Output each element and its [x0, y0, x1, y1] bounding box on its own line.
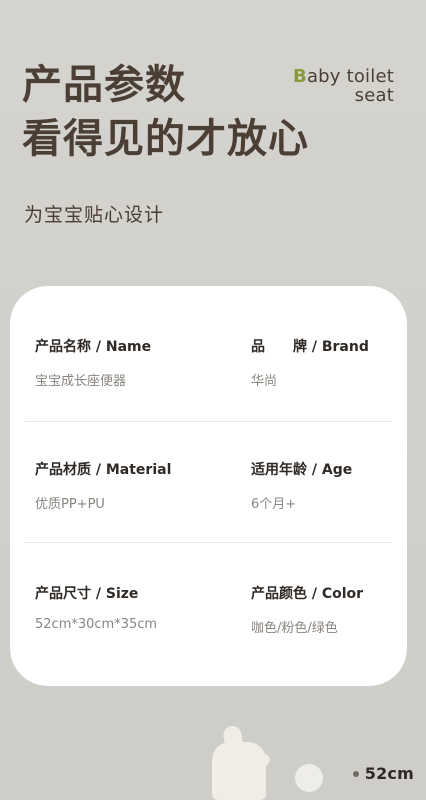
spec-label: 适用年龄 / Age — [251, 462, 353, 478]
brand-mark: Baby toilet seat — [293, 66, 394, 106]
dimension-indicator: 52cm — [352, 764, 414, 783]
page-title-line-1: 产品参数 — [22, 62, 186, 108]
spec-value: 咖色/粉色/绿色 — [251, 621, 338, 636]
spec-label: 产品颜色 / Color — [251, 586, 364, 602]
spec-label: 产品名称 / Name — [35, 339, 152, 355]
dimension-label: 52cm — [364, 764, 414, 783]
header: 产品参数 看得见的才放心 为宝宝贴心设计 Baby toilet seat — [0, 0, 426, 260]
spec-material: 产品材质 / Material 优质PP+PU — [35, 459, 205, 512]
spec-value: 52cm*30cm*35cm — [35, 617, 158, 632]
page-title-line-2: 看得见的才放心 — [22, 116, 309, 162]
page-subtitle: 为宝宝贴心设计 — [24, 204, 165, 226]
spec-brand: 品 牌 / Brand 华尚 — [251, 336, 407, 389]
spec-value: 华尚 — [251, 374, 278, 389]
divider — [25, 542, 392, 543]
spec-name: 产品名称 / Name 宝宝成长座便器 — [35, 336, 205, 389]
spec-label: 产品材质 / Material — [35, 462, 172, 478]
spec-age: 适用年龄 / Age 6个月+ — [251, 459, 407, 512]
brand-mark-accent-letter: B — [293, 66, 307, 87]
spec-card: 产品名称 / Name 宝宝成长座便器 品 牌 / Brand 华尚 产品材质 … — [10, 286, 407, 686]
spec-label: 产品尺寸 / Size — [35, 586, 139, 602]
dot-icon — [352, 770, 359, 777]
spec-value: 6个月+ — [251, 497, 297, 512]
spec-color: 产品颜色 / Color 咖色/粉色/绿色 — [251, 583, 407, 636]
decor-knob-icon — [295, 764, 323, 792]
divider — [25, 421, 392, 422]
spec-value: 优质PP+PU — [35, 497, 105, 512]
spec-value: 宝宝成长座便器 — [35, 374, 127, 389]
decor-shape-icon — [212, 742, 266, 800]
spec-size: 产品尺寸 / Size 52cm*30cm*35cm — [35, 583, 205, 632]
brand-mark-line-2: seat — [354, 84, 394, 106]
brand-mark-line-1-rest: aby toilet — [306, 66, 394, 87]
spec-label: 品 牌 / Brand — [251, 339, 369, 355]
